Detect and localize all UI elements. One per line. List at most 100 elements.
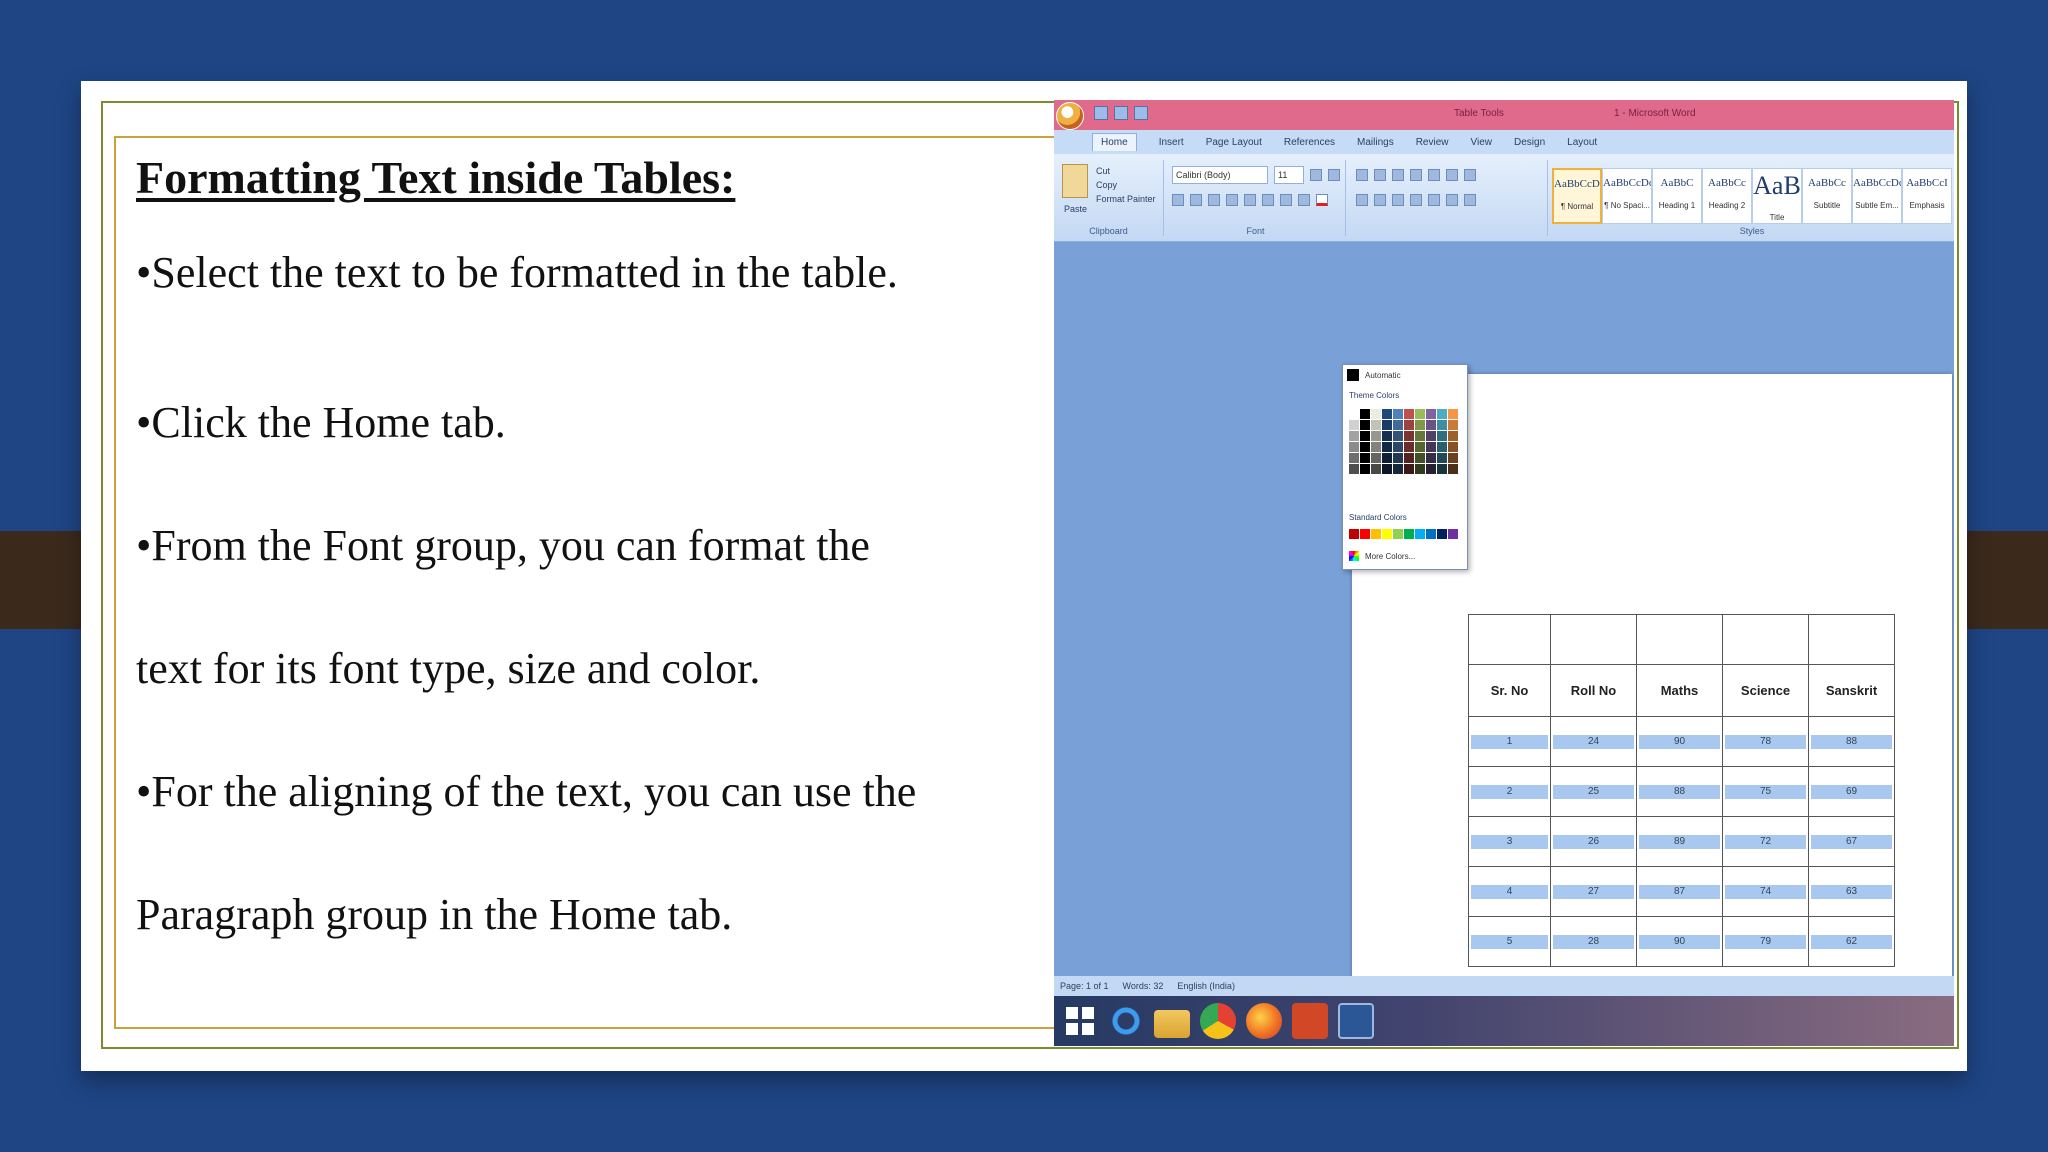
- bullets-icon[interactable]: [1356, 169, 1368, 181]
- superscript-icon[interactable]: [1262, 194, 1274, 206]
- table-cell[interactable]: 90: [1636, 716, 1723, 767]
- table-cell[interactable]: 87: [1636, 866, 1723, 917]
- language-indicator[interactable]: English (India): [1177, 981, 1235, 991]
- theme-color-swatch[interactable]: [1360, 431, 1370, 441]
- table-cell[interactable]: 4: [1468, 866, 1551, 917]
- theme-color-swatch[interactable]: [1415, 464, 1425, 474]
- grow-font-icon[interactable]: [1310, 169, 1322, 181]
- save-icon[interactable]: [1094, 106, 1108, 120]
- theme-color-swatch[interactable]: [1393, 431, 1403, 441]
- style-normal[interactable]: AaBbCcDc ¶ Normal: [1552, 168, 1602, 224]
- table-cell[interactable]: 24: [1550, 716, 1637, 767]
- theme-color-swatch[interactable]: [1393, 420, 1403, 430]
- table-cell[interactable]: 89: [1636, 816, 1723, 867]
- highlight-icon[interactable]: [1298, 194, 1310, 206]
- table-cell[interactable]: [1808, 614, 1895, 665]
- table-cell[interactable]: 5: [1468, 916, 1551, 967]
- theme-color-swatch[interactable]: [1404, 453, 1414, 463]
- paste-button[interactable]: Paste: [1064, 204, 1087, 214]
- theme-color-swatch[interactable]: [1382, 409, 1392, 419]
- theme-color-swatch[interactable]: [1360, 420, 1370, 430]
- align-center-icon[interactable]: [1374, 194, 1386, 206]
- theme-color-swatch[interactable]: [1415, 453, 1425, 463]
- theme-color-swatch[interactable]: [1382, 453, 1392, 463]
- standard-color-swatch[interactable]: [1349, 529, 1359, 539]
- strikethrough-icon[interactable]: [1226, 194, 1238, 206]
- table-cell[interactable]: 27: [1550, 866, 1637, 917]
- justify-icon[interactable]: [1410, 194, 1422, 206]
- style-no-spacing[interactable]: AaBbCcDc ¶ No Spaci...: [1602, 168, 1652, 224]
- table-cell[interactable]: 63: [1808, 866, 1895, 917]
- theme-color-swatch[interactable]: [1393, 464, 1403, 474]
- automatic-color-option[interactable]: Automatic: [1347, 369, 1401, 381]
- multilevel-list-icon[interactable]: [1392, 169, 1404, 181]
- theme-color-swatch[interactable]: [1371, 420, 1381, 430]
- table-header-cell[interactable]: Science: [1722, 664, 1809, 717]
- standard-color-swatch[interactable]: [1360, 529, 1370, 539]
- theme-color-swatch[interactable]: [1426, 464, 1436, 474]
- paste-icon[interactable]: [1062, 164, 1088, 198]
- numbering-icon[interactable]: [1374, 169, 1386, 181]
- theme-color-swatch[interactable]: [1426, 431, 1436, 441]
- theme-color-swatch[interactable]: [1437, 442, 1447, 452]
- sort-icon[interactable]: [1446, 169, 1458, 181]
- theme-color-swatch[interactable]: [1426, 409, 1436, 419]
- underline-icon[interactable]: [1208, 194, 1220, 206]
- shading-icon[interactable]: [1446, 194, 1458, 206]
- theme-color-swatch[interactable]: [1426, 420, 1436, 430]
- theme-color-swatch[interactable]: [1382, 431, 1392, 441]
- table-cell[interactable]: 78: [1722, 716, 1809, 767]
- copy-button[interactable]: Copy: [1096, 180, 1117, 190]
- theme-color-swatch[interactable]: [1371, 431, 1381, 441]
- table-header-cell[interactable]: Maths: [1636, 664, 1723, 717]
- standard-color-swatch[interactable]: [1415, 529, 1425, 539]
- theme-color-swatch[interactable]: [1360, 409, 1370, 419]
- office-button[interactable]: [1056, 102, 1084, 130]
- theme-color-swatch[interactable]: [1437, 431, 1447, 441]
- firefox-icon[interactable]: [1246, 1003, 1282, 1039]
- table-cell[interactable]: 75: [1722, 766, 1809, 817]
- table-cell[interactable]: 1: [1468, 716, 1551, 767]
- table-cell[interactable]: 25: [1550, 766, 1637, 817]
- theme-color-swatch[interactable]: [1393, 442, 1403, 452]
- tab-insert[interactable]: Insert: [1159, 137, 1184, 148]
- tab-layout[interactable]: Layout: [1567, 137, 1597, 148]
- tab-design[interactable]: Design: [1514, 137, 1545, 148]
- table-cell[interactable]: 88: [1636, 766, 1723, 817]
- subscript-icon[interactable]: [1244, 194, 1256, 206]
- table-cell[interactable]: 72: [1722, 816, 1809, 867]
- borders-icon[interactable]: [1464, 194, 1476, 206]
- theme-color-swatch[interactable]: [1437, 409, 1447, 419]
- table-cell[interactable]: 2: [1468, 766, 1551, 817]
- theme-color-swatch[interactable]: [1393, 453, 1403, 463]
- internet-explorer-icon[interactable]: [1108, 1003, 1144, 1039]
- theme-color-swatch[interactable]: [1382, 442, 1392, 452]
- theme-color-swatch[interactable]: [1426, 442, 1436, 452]
- standard-color-swatch[interactable]: [1371, 529, 1381, 539]
- theme-color-swatch[interactable]: [1415, 420, 1425, 430]
- table-cell[interactable]: 3: [1468, 816, 1551, 867]
- theme-color-swatch[interactable]: [1349, 453, 1359, 463]
- redo-icon[interactable]: [1134, 106, 1148, 120]
- theme-color-swatch[interactable]: [1371, 442, 1381, 452]
- style-heading-1[interactable]: AaBbC Heading 1: [1652, 168, 1702, 224]
- theme-color-swatch[interactable]: [1360, 453, 1370, 463]
- table-cell[interactable]: 28: [1550, 916, 1637, 967]
- standard-color-swatch[interactable]: [1404, 529, 1414, 539]
- table-cell[interactable]: [1550, 614, 1637, 665]
- style-subtitle[interactable]: AaBbCc Subtitle: [1802, 168, 1852, 224]
- theme-color-swatch[interactable]: [1415, 431, 1425, 441]
- word-icon[interactable]: [1338, 1003, 1374, 1039]
- font-name-dropdown[interactable]: Calibri (Body): [1172, 166, 1268, 184]
- powerpoint-icon[interactable]: [1292, 1003, 1328, 1039]
- theme-color-swatch[interactable]: [1415, 409, 1425, 419]
- pilcrow-icon[interactable]: [1464, 169, 1476, 181]
- font-size-dropdown[interactable]: 11: [1274, 166, 1304, 184]
- align-right-icon[interactable]: [1392, 194, 1404, 206]
- table-header-cell[interactable]: Sr. No: [1468, 664, 1551, 717]
- align-left-icon[interactable]: [1356, 194, 1368, 206]
- shrink-font-icon[interactable]: [1328, 169, 1340, 181]
- cut-button[interactable]: Cut: [1096, 166, 1110, 176]
- theme-color-swatch[interactable]: [1404, 464, 1414, 474]
- theme-color-swatch[interactable]: [1404, 409, 1414, 419]
